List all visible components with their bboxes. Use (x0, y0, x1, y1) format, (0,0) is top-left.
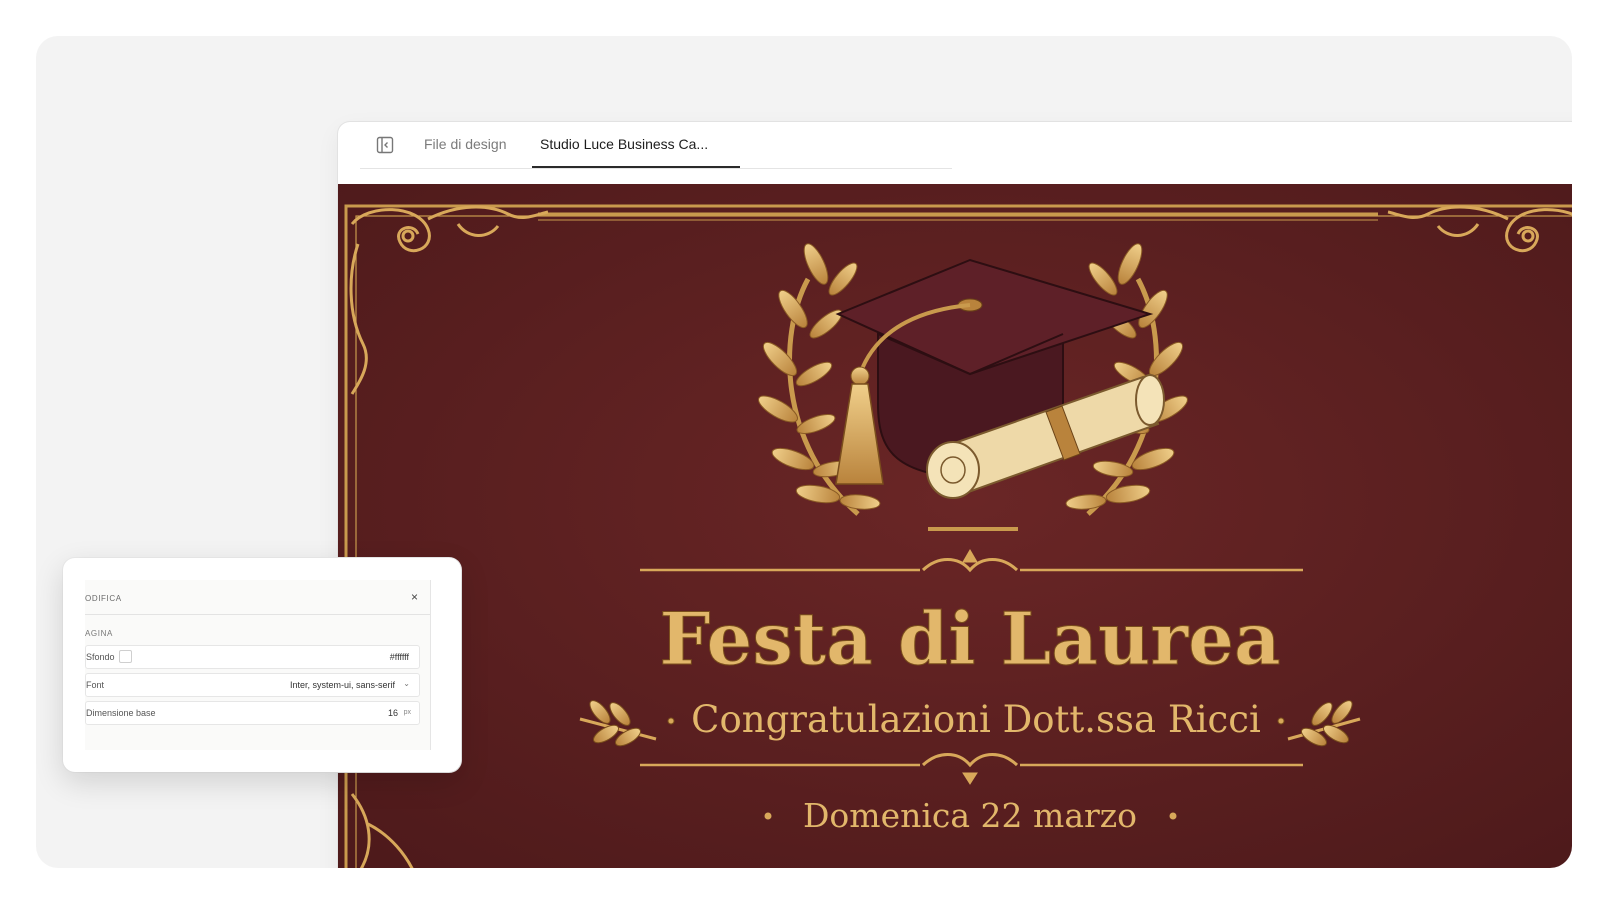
tab-bar: File di design Studio Luce Business Ca..… (360, 122, 952, 169)
page-section-label: AGINA (85, 629, 113, 638)
edit-panel-title: ODIFICA (85, 594, 122, 603)
background-color-row[interactable]: Sfondo #ffffff (85, 645, 420, 669)
chevron-down-icon[interactable]: ⌄ (403, 679, 410, 688)
edit-panel-content: ODIFICA × AGINA Sfondo #ffffff Font Inte… (85, 580, 431, 750)
base-size-unit: px (403, 709, 411, 716)
font-label: Font (86, 680, 105, 690)
editor-window: File di design Studio Luce Business Ca..… (338, 122, 1572, 868)
color-swatch[interactable] (119, 650, 132, 663)
invitation-date: Domenica 22 marzo (803, 796, 1137, 835)
background-label: Sfondo (86, 652, 115, 662)
invitation-card: Festa di Laurea Congratulazioni Dott.ssa… (338, 184, 1572, 868)
edit-panel: ODIFICA × AGINA Sfondo #ffffff Font Inte… (63, 558, 461, 772)
background-color-value[interactable]: #ffffff (390, 652, 409, 662)
edit-panel-header: ODIFICA × (85, 580, 430, 615)
date-bullet-right (1169, 812, 1177, 820)
design-canvas[interactable]: Festa di Laurea Congratulazioni Dott.ssa… (338, 184, 1572, 868)
tab-design-files[interactable]: File di design (424, 136, 507, 152)
invitation-title: Festa di Laurea (659, 596, 1280, 681)
date-bullet-left (764, 812, 772, 820)
base-size-label: Dimensione base (86, 708, 156, 718)
invitation-subtitle: Congratulazioni Dott.ssa Ricci (691, 698, 1261, 741)
base-size-value[interactable]: 16 (388, 708, 398, 718)
base-size-row[interactable]: Dimensione base 16 px (85, 701, 420, 725)
sidebar-toggle-icon[interactable] (376, 136, 394, 154)
tab-business-card[interactable]: Studio Luce Business Ca... (540, 136, 708, 152)
font-value[interactable]: Inter, system-ui, sans-serif (290, 680, 395, 690)
font-select[interactable]: Font Inter, system-ui, sans-serif ⌄ (85, 673, 420, 697)
close-icon[interactable]: × (411, 590, 418, 604)
active-tab-indicator (532, 166, 740, 168)
